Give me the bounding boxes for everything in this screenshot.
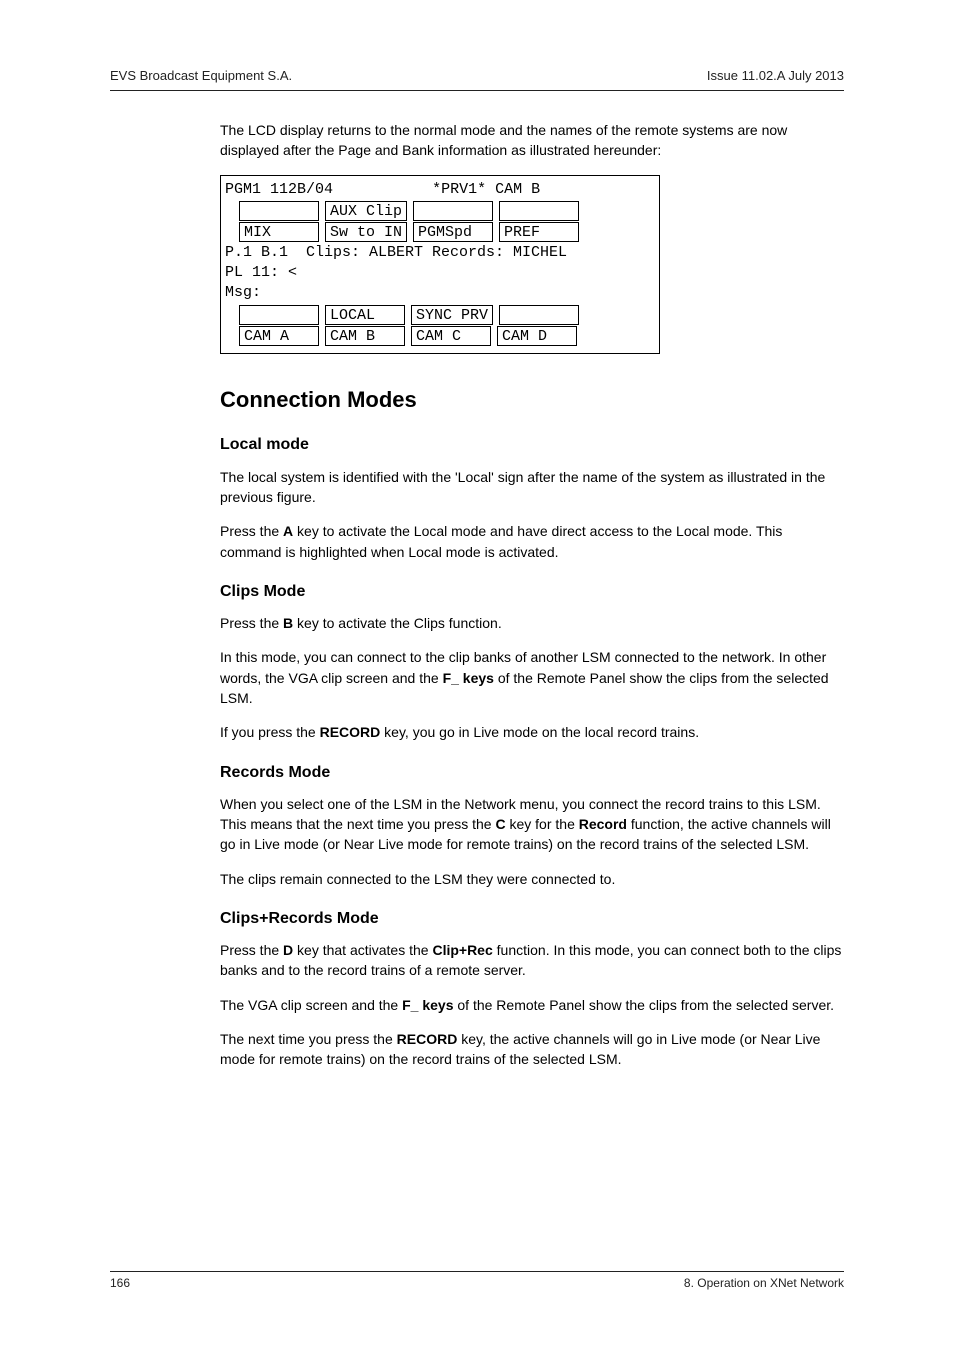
clips-p2: In this mode, you can connect to the cli… xyxy=(220,647,845,708)
subheading-clips-mode: Clips Mode xyxy=(220,580,845,603)
subheading-clips-records-mode: Clips+Records Mode xyxy=(220,907,845,930)
lcd-line-6: Msg: xyxy=(225,283,655,303)
lcd-cell xyxy=(499,201,579,221)
lcd-cell: PGMSpd xyxy=(413,222,493,242)
lcd-row-2: AUX Clip xyxy=(225,201,655,221)
intro-paragraph: The LCD display returns to the normal mo… xyxy=(220,120,845,161)
lcd-cell xyxy=(239,201,319,221)
footer-right: 8. Operation on XNet Network xyxy=(684,1276,844,1290)
lcd-display: PGM1 112B/04 *PRV1* CAM B AUX Clip MIX S… xyxy=(220,175,660,354)
lcd-line-5: PL 11: < xyxy=(225,263,655,283)
lcd-cell: LOCAL xyxy=(325,305,405,325)
header-left: EVS Broadcast Equipment S.A. xyxy=(110,68,292,83)
lcd-cell: CAM D xyxy=(497,326,577,346)
page-number: 166 xyxy=(110,1276,130,1290)
clips-p3: If you press the RECORD key, you go in L… xyxy=(220,722,845,742)
clips-p1: Press the B key to activate the Clips fu… xyxy=(220,613,845,633)
lcd-cell: PREF xyxy=(499,222,579,242)
lcd-cell xyxy=(239,305,319,325)
lcd-cell: AUX Clip xyxy=(325,201,407,221)
lcd-cell: MIX xyxy=(239,222,319,242)
subheading-local-mode: Local mode xyxy=(220,433,845,456)
lcd-cell: CAM A xyxy=(239,326,319,346)
lcd-cell xyxy=(413,201,493,221)
header-right: Issue 11.02.A July 2013 xyxy=(707,68,844,83)
lcd-row-3: MIX Sw to IN PGMSpd PREF xyxy=(225,222,655,242)
content-area: The LCD display returns to the normal mo… xyxy=(220,120,845,1084)
lcd-cell xyxy=(499,305,579,325)
lcd-cell: CAM B xyxy=(325,326,405,346)
local-p2: Press the A key to activate the Local mo… xyxy=(220,521,845,562)
records-p2: The clips remain connected to the LSM th… xyxy=(220,869,845,889)
lcd-line-1: PGM1 112B/04 *PRV1* CAM B xyxy=(225,180,655,200)
cr-p2: The VGA clip screen and the F_ keys of t… xyxy=(220,995,845,1015)
lcd-cell: SYNC PRV xyxy=(411,305,493,325)
header-rule xyxy=(110,90,844,91)
cr-p1: Press the D key that activates the Clip+… xyxy=(220,940,845,981)
lcd-cell: CAM C xyxy=(411,326,491,346)
lcd-row-8: CAM A CAM B CAM C CAM D xyxy=(225,326,655,346)
lcd-cell: Sw to IN xyxy=(325,222,407,242)
local-p1: The local system is identified with the … xyxy=(220,467,845,508)
lcd-line-4: P.1 B.1 Clips: ALBERT Records: MICHEL xyxy=(225,243,655,263)
section-heading-connection-modes: Connection Modes xyxy=(220,384,845,416)
lcd-row-7: LOCAL SYNC PRV xyxy=(225,305,655,325)
records-p1: When you select one of the LSM in the Ne… xyxy=(220,794,845,855)
subheading-records-mode: Records Mode xyxy=(220,761,845,784)
footer-rule xyxy=(110,1271,844,1272)
cr-p3: The next time you press the RECORD key, … xyxy=(220,1029,845,1070)
footer: 166 8. Operation on XNet Network xyxy=(110,1271,844,1290)
